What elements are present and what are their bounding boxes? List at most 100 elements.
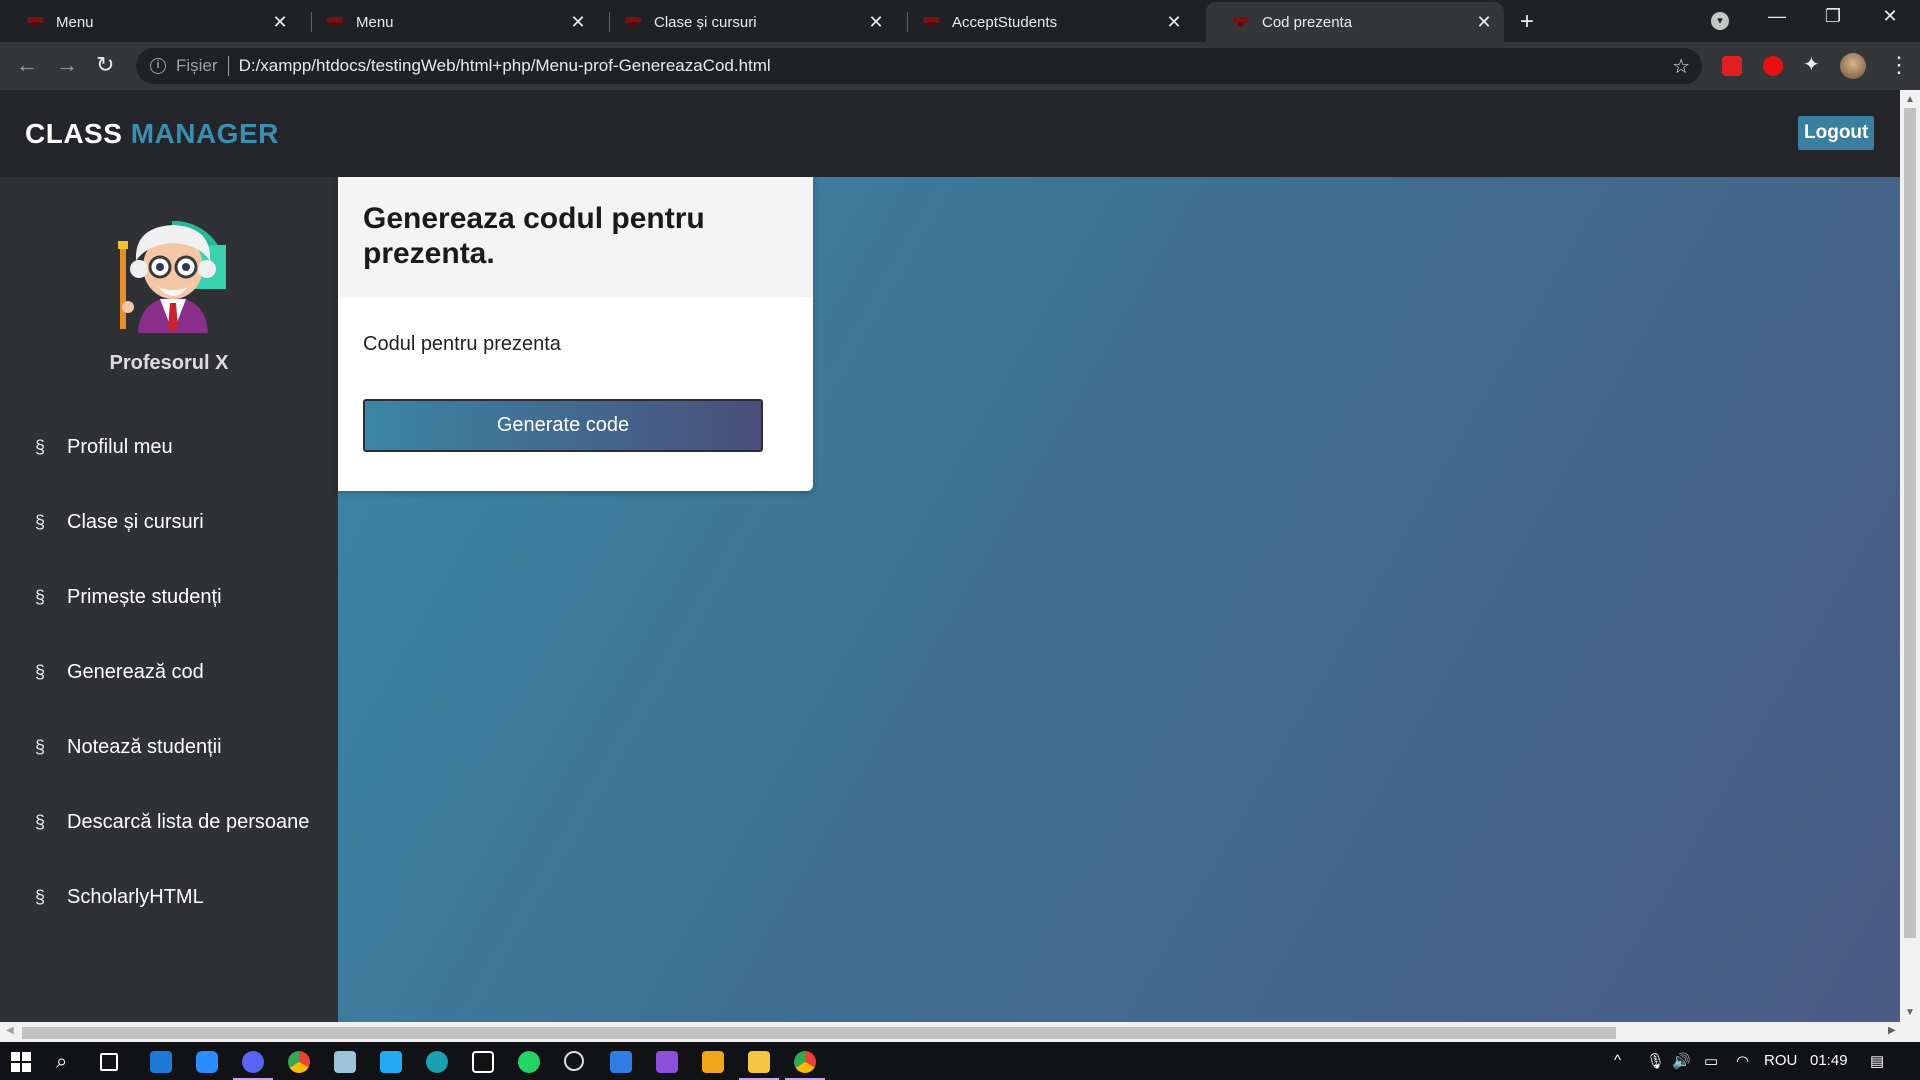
puzzle-icon[interactable]: ✦ bbox=[1803, 52, 1823, 76]
close-tab-icon[interactable]: ✕ bbox=[564, 12, 592, 33]
browser-tab[interactable]: AcceptStudents ✕ bbox=[896, 2, 1194, 42]
reload-icon[interactable]: ↻ bbox=[96, 52, 114, 78]
app-icon[interactable] bbox=[702, 1051, 724, 1073]
browser-toolbar: ← → ↻ i Fișier D:/xampp/htdocs/testingWe… bbox=[0, 42, 1920, 90]
sidebar-item-profilul-meu[interactable]: § Profilul meu bbox=[30, 427, 173, 467]
vertical-scroll-thumb[interactable] bbox=[1904, 108, 1916, 938]
spiral-icon: § bbox=[34, 586, 45, 607]
graduation-cap-icon bbox=[922, 13, 940, 31]
address-divider bbox=[227, 56, 229, 76]
minimize-window-button[interactable]: — bbox=[1757, 6, 1797, 27]
tab-title: Cod prezenta bbox=[1262, 13, 1353, 31]
app-icon[interactable] bbox=[426, 1051, 448, 1073]
card-header: Genereaza codul pentru prezenta. bbox=[338, 177, 813, 297]
file-explorer-icon[interactable] bbox=[748, 1051, 770, 1073]
tab-search-icon[interactable]: ▾ bbox=[1711, 12, 1729, 30]
browser-tab[interactable]: Menu ✕ bbox=[300, 2, 598, 42]
discord-icon[interactable] bbox=[242, 1051, 264, 1073]
new-tab-button[interactable]: + bbox=[1520, 8, 1534, 36]
sidebar-item-noteaza-studentii[interactable]: § Notează studenții bbox=[30, 727, 222, 767]
zoom-icon[interactable] bbox=[196, 1051, 218, 1073]
spiral-icon: § bbox=[34, 661, 45, 682]
sidebar-item-label: Notează studenții bbox=[67, 735, 222, 758]
wifi-icon[interactable]: ◠ bbox=[1736, 1052, 1749, 1070]
card-title: Genereaza codul pentru prezenta. bbox=[363, 202, 705, 270]
extension-icon[interactable] bbox=[1763, 56, 1783, 76]
mail-icon[interactable] bbox=[150, 1051, 172, 1073]
search-icon[interactable]: ⌕ bbox=[56, 1051, 78, 1073]
spiral-icon: § bbox=[34, 886, 45, 907]
microphone-icon[interactable]: 🎙 bbox=[1646, 1052, 1665, 1070]
whatsapp-icon[interactable] bbox=[518, 1051, 540, 1073]
star-icon[interactable]: ☆ bbox=[1672, 54, 1690, 79]
sidebar-item-label: Primește studenți bbox=[67, 585, 222, 608]
extension-icon[interactable] bbox=[1722, 56, 1742, 76]
profile-name: Profesorul X bbox=[109, 352, 229, 374]
sidebar-item-label: Generează cod bbox=[67, 660, 204, 683]
sidebar-item-primeste-studenti[interactable]: § Primește studenți bbox=[30, 577, 222, 617]
sidebar-item-scholarlyhtml[interactable]: § ScholarlyHTML bbox=[30, 877, 204, 917]
browser-tab-active[interactable]: Cod prezenta ✕ bbox=[1206, 2, 1504, 42]
vertical-scrollbar[interactable]: ▲ ▼ bbox=[1900, 90, 1920, 1022]
visual-studio-icon[interactable] bbox=[656, 1051, 678, 1073]
sidebar-item-label: ScholarlyHTML bbox=[67, 885, 204, 908]
browser-tab-strip: Menu ✕ Menu ✕ Clase și cursuri ✕ AcceptS… bbox=[0, 0, 1920, 42]
sidebar-item-label: Descarcă lista de persoane bbox=[67, 810, 310, 833]
arrow-left-icon[interactable]: ← bbox=[16, 52, 38, 78]
chevron-up-icon[interactable]: ^ bbox=[1614, 1052, 1621, 1069]
arrow-right-icon[interactable]: → bbox=[56, 52, 78, 78]
windows-start-icon[interactable] bbox=[10, 1051, 32, 1073]
profile-avatar-icon[interactable] bbox=[1840, 53, 1866, 79]
generate-code-button[interactable]: Generate code bbox=[363, 399, 763, 452]
brand-word-manager: MANAGER bbox=[130, 118, 279, 149]
battery-icon[interactable]: ▭ bbox=[1704, 1052, 1718, 1070]
notepad-icon[interactable] bbox=[334, 1051, 356, 1073]
photos-icon[interactable] bbox=[610, 1051, 632, 1073]
sidebar-item-descarca-lista[interactable]: § Descarcă lista de persoane bbox=[30, 802, 309, 842]
tab-title: Menu bbox=[56, 13, 94, 31]
scroll-down-icon[interactable]: ▼ bbox=[1905, 1007, 1915, 1018]
sidebar-item-genereaza-cod[interactable]: § Generează cod bbox=[30, 652, 204, 692]
scroll-right-icon[interactable]: ▶ bbox=[1888, 1025, 1896, 1036]
address-scheme-label: Fișier bbox=[176, 56, 218, 75]
scroll-up-icon[interactable]: ▲ bbox=[1905, 94, 1915, 105]
vscode-icon[interactable] bbox=[380, 1051, 402, 1073]
close-window-button[interactable]: ✕ bbox=[1870, 6, 1910, 27]
scroll-left-icon[interactable]: ◀ bbox=[6, 1025, 14, 1036]
horizontal-scrollbar[interactable]: ◀ ▶ bbox=[0, 1022, 1920, 1042]
close-tab-icon[interactable]: ✕ bbox=[1470, 12, 1498, 33]
chrome-icon[interactable] bbox=[794, 1051, 816, 1073]
spiral-icon: § bbox=[34, 436, 45, 457]
browser-tab[interactable]: Clase și cursuri ✕ bbox=[598, 2, 896, 42]
spiral-icon: § bbox=[34, 736, 45, 757]
notifications-icon[interactable]: ▤ bbox=[1870, 1052, 1884, 1070]
address-bar[interactable]: i Fișier D:/xampp/htdocs/testingWeb/html… bbox=[136, 48, 1702, 84]
kebab-menu-icon[interactable]: ⋮ bbox=[1888, 52, 1910, 78]
info-icon[interactable]: i bbox=[150, 58, 166, 74]
horizontal-scroll-thumb[interactable] bbox=[22, 1027, 1616, 1039]
tab-title: Menu bbox=[356, 13, 394, 31]
tab-title: Clase și cursuri bbox=[654, 13, 757, 31]
graduation-cap-icon bbox=[624, 13, 642, 31]
browser-icon[interactable] bbox=[564, 1051, 584, 1071]
logout-button[interactable]: Logout bbox=[1798, 116, 1875, 150]
close-tab-icon[interactable]: ✕ bbox=[266, 12, 294, 33]
intellij-icon[interactable] bbox=[472, 1051, 494, 1073]
windows-taskbar: ⌕ ^ 🎙 🔊 ▭ ◠ ROU 01:49 ▤ bbox=[0, 1042, 1920, 1080]
browser-tab[interactable]: Menu ✕ bbox=[0, 2, 300, 42]
brand-word-class: CLASS bbox=[25, 118, 123, 149]
close-tab-icon[interactable]: ✕ bbox=[1160, 12, 1188, 33]
close-tab-icon[interactable]: ✕ bbox=[862, 12, 890, 33]
code-label: Codul pentru prezenta bbox=[363, 333, 561, 355]
restore-window-button[interactable]: ❐ bbox=[1813, 6, 1853, 27]
spiral-icon: § bbox=[34, 811, 45, 832]
sidebar-item-clase-si-cursuri[interactable]: § Clase și cursuri bbox=[30, 502, 204, 542]
professor-avatar bbox=[118, 220, 227, 333]
address-url[interactable]: D:/xampp/htdocs/testingWeb/html+php/Menu… bbox=[239, 56, 771, 76]
volume-icon[interactable]: 🔊 bbox=[1672, 1052, 1691, 1070]
clock[interactable]: 01:49 bbox=[1810, 1052, 1848, 1069]
chrome-icon[interactable] bbox=[288, 1051, 310, 1073]
main-content: Genereaza codul pentru prezenta. Codul p… bbox=[338, 177, 1900, 1022]
language-indicator[interactable]: ROU bbox=[1764, 1052, 1797, 1069]
task-view-icon[interactable] bbox=[100, 1053, 118, 1071]
